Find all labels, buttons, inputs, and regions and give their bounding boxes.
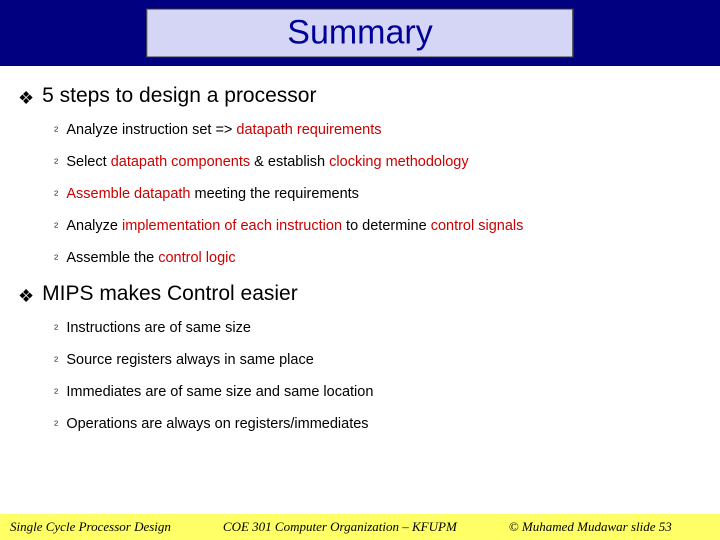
list-item: ² Select datapath components & establish …: [54, 154, 702, 172]
list-item-text: Immediates are of same size and same loc…: [66, 384, 373, 400]
footer-left: Single Cycle Processor Design: [10, 519, 171, 535]
list-item-text: Analyze instruction set => datapath requ…: [66, 122, 381, 138]
list-item: ² Operations are always on registers/imme…: [54, 416, 702, 434]
title-inner: Summary: [146, 9, 573, 58]
list-item: ² Assemble the control logic: [54, 250, 702, 268]
list-item-text: Operations are always on registers/immed…: [66, 416, 368, 432]
list-item: ² Analyze implementation of each instruct…: [54, 218, 702, 236]
plain-text: Assemble the: [66, 250, 158, 266]
list-item-text: Assemble the control logic: [66, 250, 235, 266]
list-item-text: Assemble datapath meeting the requiremen…: [66, 186, 359, 202]
plain-text: to determine: [342, 218, 431, 234]
sub-bullet-icon: ²: [54, 154, 58, 172]
list-item: ² Assemble datapath meeting the requireme…: [54, 186, 702, 204]
plain-text: & establish: [250, 154, 329, 170]
plain-text: Instructions are of same size: [66, 320, 251, 336]
list-item: ² Source registers always in same place: [54, 352, 702, 370]
slide-footer: Single Cycle Processor Design COE 301 Co…: [0, 514, 720, 540]
list-item-text: Analyze implementation of each instructi…: [66, 218, 523, 234]
list-item-text: Select datapath components & establish c…: [66, 154, 468, 170]
footer-right: © Muhamed Mudawar slide 53: [509, 519, 672, 535]
sub-bullet-icon: ²: [54, 250, 58, 268]
highlight-text: datapath requirements: [236, 122, 381, 138]
list-item: ² Instructions are of same size: [54, 320, 702, 338]
sub-bullet-icon: ²: [54, 320, 58, 338]
list-item-text: Instructions are of same size: [66, 320, 251, 336]
list-item: ² Immediates are of same size and same lo…: [54, 384, 702, 402]
plain-text: Operations are always on registers/immed…: [66, 416, 368, 432]
plain-text: Source registers always in same place: [66, 352, 313, 368]
title-bar: Summary: [0, 0, 720, 66]
plain-text: Analyze: [66, 218, 122, 234]
plain-text: Select: [66, 154, 110, 170]
plain-text: Analyze instruction set =>: [66, 122, 236, 138]
highlight-text: control signals: [431, 218, 524, 234]
section-heading-text: MIPS makes Control easier: [42, 282, 298, 306]
section-heading: ❖ 5 steps to design a processor: [18, 84, 702, 112]
diamond-bullet-icon: ❖: [18, 84, 34, 112]
footer-center: COE 301 Computer Organization – KFUPM: [223, 519, 457, 535]
highlight-text: clocking methodology: [329, 154, 468, 170]
highlight-text: control logic: [158, 250, 235, 266]
sub-bullet-icon: ²: [54, 218, 58, 236]
slide-title: Summary: [287, 14, 432, 53]
sub-bullet-icon: ²: [54, 186, 58, 204]
plain-text: meeting the requirements: [190, 186, 358, 202]
slide-content: ❖ 5 steps to design a processor ² Analyze i…: [0, 66, 720, 434]
section-heading: ❖ MIPS makes Control easier: [18, 282, 702, 310]
sub-bullet-icon: ²: [54, 384, 58, 402]
list-item-text: Source registers always in same place: [66, 352, 313, 368]
highlight-text: implementation of each instruction: [122, 218, 342, 234]
diamond-bullet-icon: ❖: [18, 282, 34, 310]
plain-text: Immediates are of same size and same loc…: [66, 384, 373, 400]
sub-bullet-icon: ²: [54, 352, 58, 370]
sub-bullet-icon: ²: [54, 122, 58, 140]
highlight-text: Assemble datapath: [66, 186, 190, 202]
highlight-text: datapath components: [111, 154, 250, 170]
section-heading-text: 5 steps to design a processor: [42, 84, 316, 108]
sub-bullet-icon: ²: [54, 416, 58, 434]
list-item: ² Analyze instruction set => datapath req…: [54, 122, 702, 140]
